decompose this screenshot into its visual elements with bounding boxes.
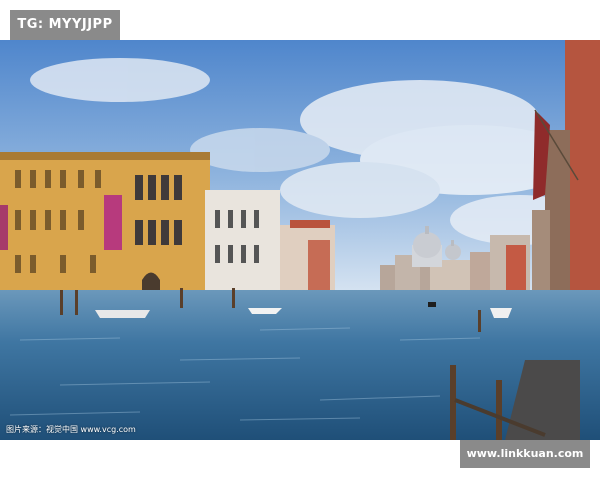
photo-credit: 图片来源：视觉中国 www.vcg.com bbox=[6, 425, 136, 434]
left-palace bbox=[0, 152, 210, 308]
image-frame: TG: MYYJJPP 图片来源：视觉中国 www.vcg.com www.li… bbox=[0, 0, 600, 480]
site-url-badge: www.linkkuan.com bbox=[460, 440, 590, 468]
venice-canal-photo bbox=[0, 40, 600, 440]
canal-scene bbox=[0, 40, 600, 440]
left-row-buildings bbox=[280, 220, 335, 295]
top-watermark-badge: TG: MYYJJPP bbox=[10, 10, 120, 40]
white-palazzo bbox=[205, 190, 280, 302]
